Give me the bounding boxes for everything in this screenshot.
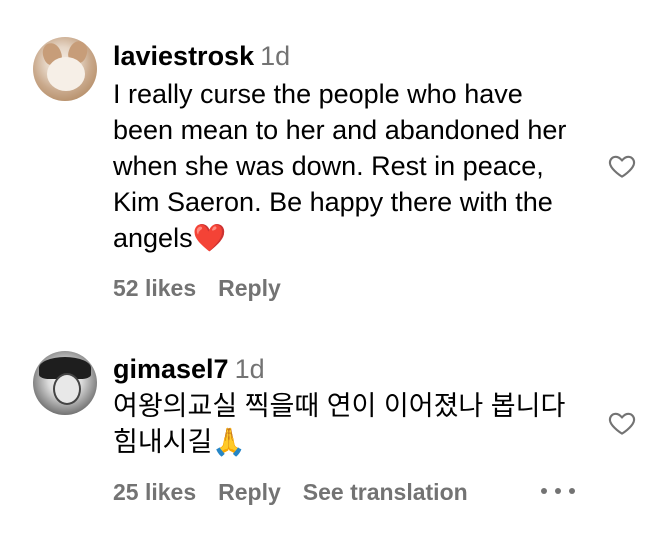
comment-item: gimasel7 1d 여왕의교실 찍을때 연이 이어졌나 봅니다 힘내시길🙏 2… bbox=[0, 330, 670, 548]
reply-button[interactable]: Reply bbox=[218, 479, 281, 505]
see-translation-button[interactable]: See translation bbox=[303, 479, 468, 505]
username-link[interactable]: laviestrosk bbox=[113, 41, 254, 71]
comment-text: 여왕의교실 찍을때 연이 이어졌나 봅니다 힘내시길🙏 bbox=[113, 391, 566, 457]
comment-header: laviestrosk 1d bbox=[113, 40, 290, 72]
comment-timestamp: 1d bbox=[260, 41, 291, 71]
heart-outline-icon[interactable] bbox=[606, 408, 638, 438]
comment-timestamp: 1d bbox=[234, 354, 265, 384]
likes-count-button[interactable]: 52 likes bbox=[113, 275, 196, 301]
more-options-icon[interactable] bbox=[541, 488, 575, 496]
username-link[interactable]: gimasel7 bbox=[113, 354, 229, 384]
comment-actions: 25 likes Reply See translation bbox=[113, 478, 490, 506]
heart-outline-icon[interactable] bbox=[606, 151, 638, 181]
reply-button[interactable]: Reply bbox=[218, 275, 281, 301]
avatar[interactable] bbox=[33, 351, 97, 415]
comment-item: laviestrosk 1d I really curse the people … bbox=[0, 0, 670, 320]
more-dot bbox=[555, 488, 561, 494]
avatar[interactable] bbox=[33, 37, 97, 101]
more-dot bbox=[569, 488, 575, 494]
comment-text: I really curse the people who have been … bbox=[113, 79, 567, 253]
more-dot bbox=[541, 488, 547, 494]
likes-count-button[interactable]: 25 likes bbox=[113, 479, 196, 505]
comment-actions: 52 likes Reply bbox=[113, 274, 303, 302]
avatar-face bbox=[47, 57, 85, 91]
avatar-head bbox=[53, 373, 81, 405]
comment-header: gimasel7 1d bbox=[113, 353, 265, 385]
